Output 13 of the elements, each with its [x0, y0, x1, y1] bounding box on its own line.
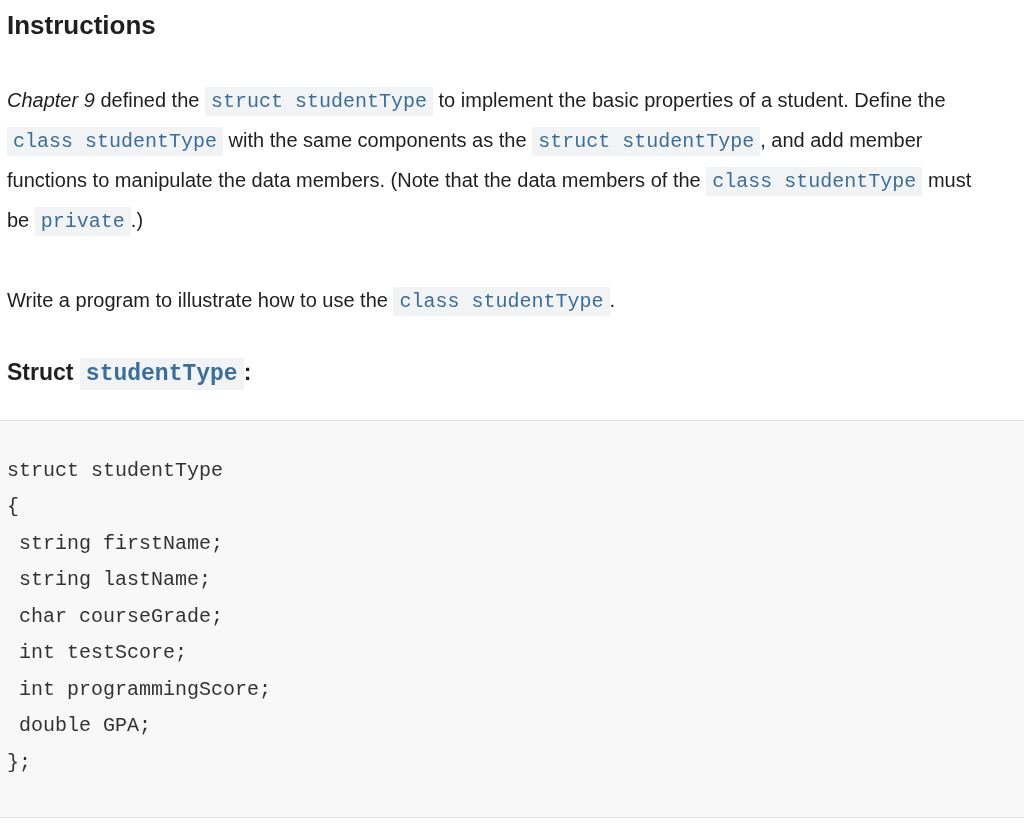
code-line: double GPA; [18, 713, 152, 739]
instruction-paragraph: Write a program to illustrate how to use the class studentType . [0, 281, 980, 321]
instruction-paragraph: Chapter 9 defined the struct studentType to implement the basic properties of a student. Define the class studentType with the same components as the struct studentType , and add member functions to manipulate the data members. (Note that the data members of the class studentType must be private .) [0, 81, 980, 241]
code-line: int programmingScore; [18, 676, 272, 703]
code-line: char courseGrade; [18, 603, 224, 630]
code-line: string lastName; [18, 567, 212, 593]
code-line: int testScore; [18, 640, 188, 666]
code-line: }; [7, 749, 31, 776]
code-line: { [7, 494, 19, 520]
code-line: struct studentType [7, 457, 224, 484]
page-heading: Instructions [7, 9, 156, 42]
section-heading: Struct studentType : [7, 355, 252, 392]
code-line: string firstName; [18, 530, 224, 557]
